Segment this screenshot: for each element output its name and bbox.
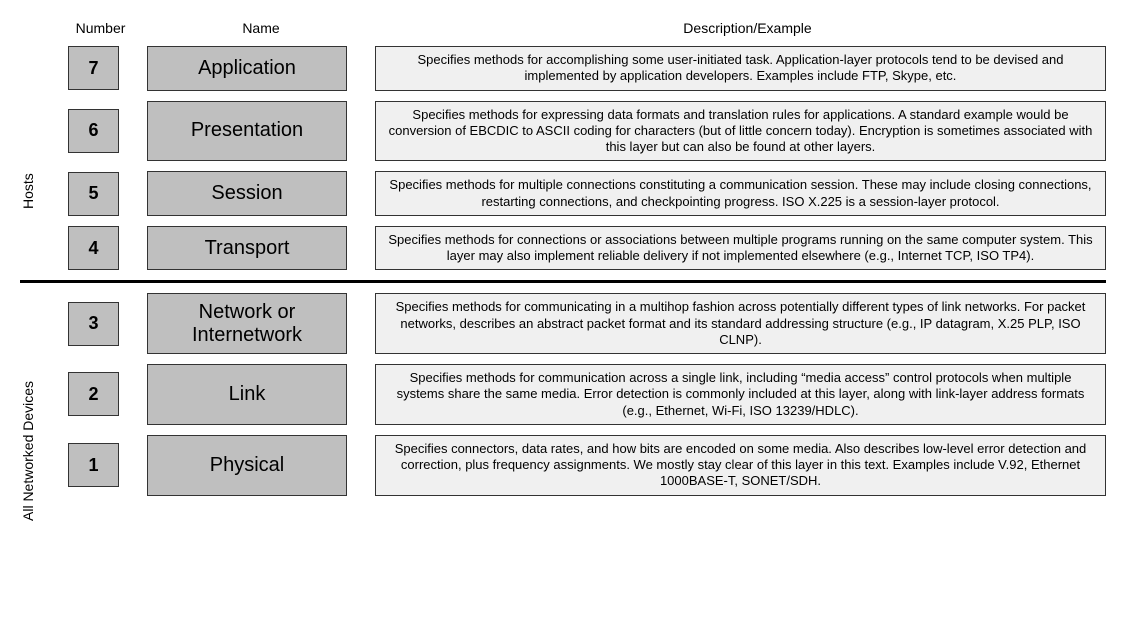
layer-row: 1 Physical Specifies connectors, data rate…: [68, 435, 1106, 496]
content-area: Hosts All Networked Devices 7Application…: [20, 46, 1106, 496]
layer-name: Physical: [147, 435, 347, 496]
layer-name: Presentation: [147, 101, 347, 162]
header-number: Number: [68, 20, 133, 36]
layer-description: Specifies methods for multiple connectio…: [375, 171, 1106, 216]
layer-number: 4: [68, 226, 119, 270]
layer-name: Link: [147, 364, 347, 425]
layer-number: 6: [68, 109, 119, 153]
layer-row: 4 Transport Specifies methods for connecti…: [68, 226, 1106, 271]
osi-layers-diagram: Number Name Description/Example Hosts Al…: [20, 20, 1106, 496]
layer-name: Session: [147, 171, 347, 216]
layer-number: 5: [68, 172, 119, 216]
group-label-all-networked-devices: All Networked Devices: [20, 346, 36, 556]
layer-row: 7 Application Specifies methods for accomp…: [68, 46, 1106, 91]
layer-name: Network or Internetwork: [147, 293, 347, 354]
layer-name: Application: [147, 46, 347, 91]
layer-number: 1: [68, 443, 119, 487]
group-divider: [20, 280, 1106, 283]
layer-description: Specifies methods for accomplishing some…: [375, 46, 1106, 91]
layer-description: Specifies methods for communication acro…: [375, 364, 1106, 425]
layer-name: Transport: [147, 226, 347, 271]
layer-description: Specifies methods for communicating in a…: [375, 293, 1106, 354]
layer-row: 6 Presentation Specifies methods for expre…: [68, 101, 1106, 162]
rows-area: 7 Application Specifies methods for accomp…: [68, 46, 1106, 496]
layer-number: 3: [68, 302, 119, 346]
layer-number: 7: [68, 46, 119, 90]
layer-number: 2: [68, 372, 119, 416]
layer-description: Specifies methods for expressing data fo…: [375, 101, 1106, 162]
layer-row: 2 Link Specifies methods for communication…: [68, 364, 1106, 425]
header-name: Name: [161, 20, 361, 36]
layer-description: Specifies methods for connections or ass…: [375, 226, 1106, 271]
layer-description: Specifies connectors, data rates, and ho…: [375, 435, 1106, 496]
header-description: Description/Example: [389, 20, 1106, 36]
layer-row: 5 Session Specifies methods for multiple c…: [68, 171, 1106, 216]
column-headers: Number Name Description/Example: [68, 20, 1106, 36]
group-label-hosts: Hosts: [20, 51, 36, 331]
layer-row: 3 Network or Internetwork Specifies method…: [68, 293, 1106, 354]
